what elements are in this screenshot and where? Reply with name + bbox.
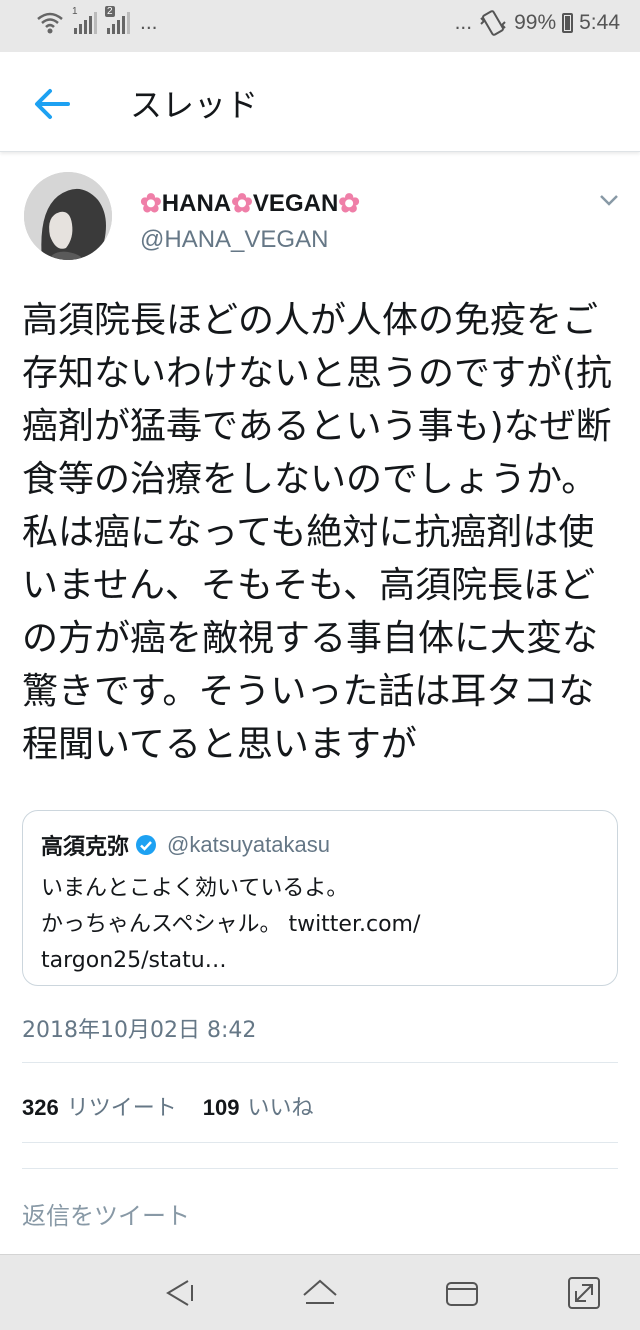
system-nav-bar <box>0 1254 640 1330</box>
vibrate-icon <box>480 10 506 36</box>
quoted-tweet-text: いまんとこよく効いているよ。 かっちゃんスペシャル。 twitter.com/ … <box>41 876 421 973</box>
page-title: スレッド <box>130 86 259 124</box>
divider <box>22 1142 618 1143</box>
status-ellipsis: ... <box>454 11 473 34</box>
display-name[interactable]: ✿ HANA ✿ VEGAN ✿ <box>140 188 360 219</box>
divider <box>22 1062 618 1063</box>
wifi-icon <box>37 12 63 34</box>
tweet-stats: 326 リツイート 109 いいね <box>22 1090 331 1122</box>
cherry-blossom-icon: ✿ <box>338 188 361 218</box>
avatar[interactable] <box>24 172 112 260</box>
divider <box>22 1168 618 1169</box>
signal-icon: 1 <box>72 6 97 34</box>
battery-percent: 99% <box>514 11 557 34</box>
retweet-count[interactable]: 326 <box>22 1095 59 1121</box>
cherry-blossom-icon: ✿ <box>140 188 162 218</box>
tweet-text: 高須院長ほどの人が人体の免疫をご存知ないわけないと思うのですが(抗癌剤が猛毒であ… <box>22 300 613 765</box>
retweet-label[interactable]: リツイート <box>67 1090 177 1122</box>
quoted-author-handle: @katsuyatakasu <box>167 832 330 857</box>
cherry-blossom-icon: ✿ <box>231 188 253 218</box>
like-count[interactable]: 109 <box>203 1095 240 1121</box>
tweet-timestamp: 2018年10月02日 8:42 <box>22 1018 257 1043</box>
expand-icon[interactable] <box>564 1273 604 1313</box>
quoted-author-name: 高須克弥 <box>41 835 130 860</box>
quoted-tweet-card[interactable]: 高須克弥 @katsuyatakasu いまんとこよく効いているよ。 かっちゃん… <box>22 810 618 986</box>
back-triangle-icon[interactable] <box>160 1273 200 1313</box>
back-arrow-icon[interactable] <box>30 82 74 126</box>
status-ellipsis: ... <box>140 11 158 34</box>
like-label[interactable]: いいね <box>247 1090 313 1122</box>
battery-icon <box>562 13 574 33</box>
app-bar: スレッド <box>0 52 640 152</box>
user-handle[interactable]: @HANA_VEGAN <box>140 226 328 254</box>
reply-input[interactable]: 返信をツイート <box>22 1196 190 1231</box>
status-bar: 1 2 ... ... 99% 5:44 <box>0 0 640 52</box>
signal-icon: 2 <box>105 6 130 34</box>
verified-badge-icon <box>136 835 157 855</box>
recents-icon[interactable] <box>442 1273 482 1313</box>
clock: 5:44 <box>579 11 620 34</box>
home-icon[interactable] <box>300 1273 340 1313</box>
chevron-down-icon[interactable] <box>598 192 620 208</box>
